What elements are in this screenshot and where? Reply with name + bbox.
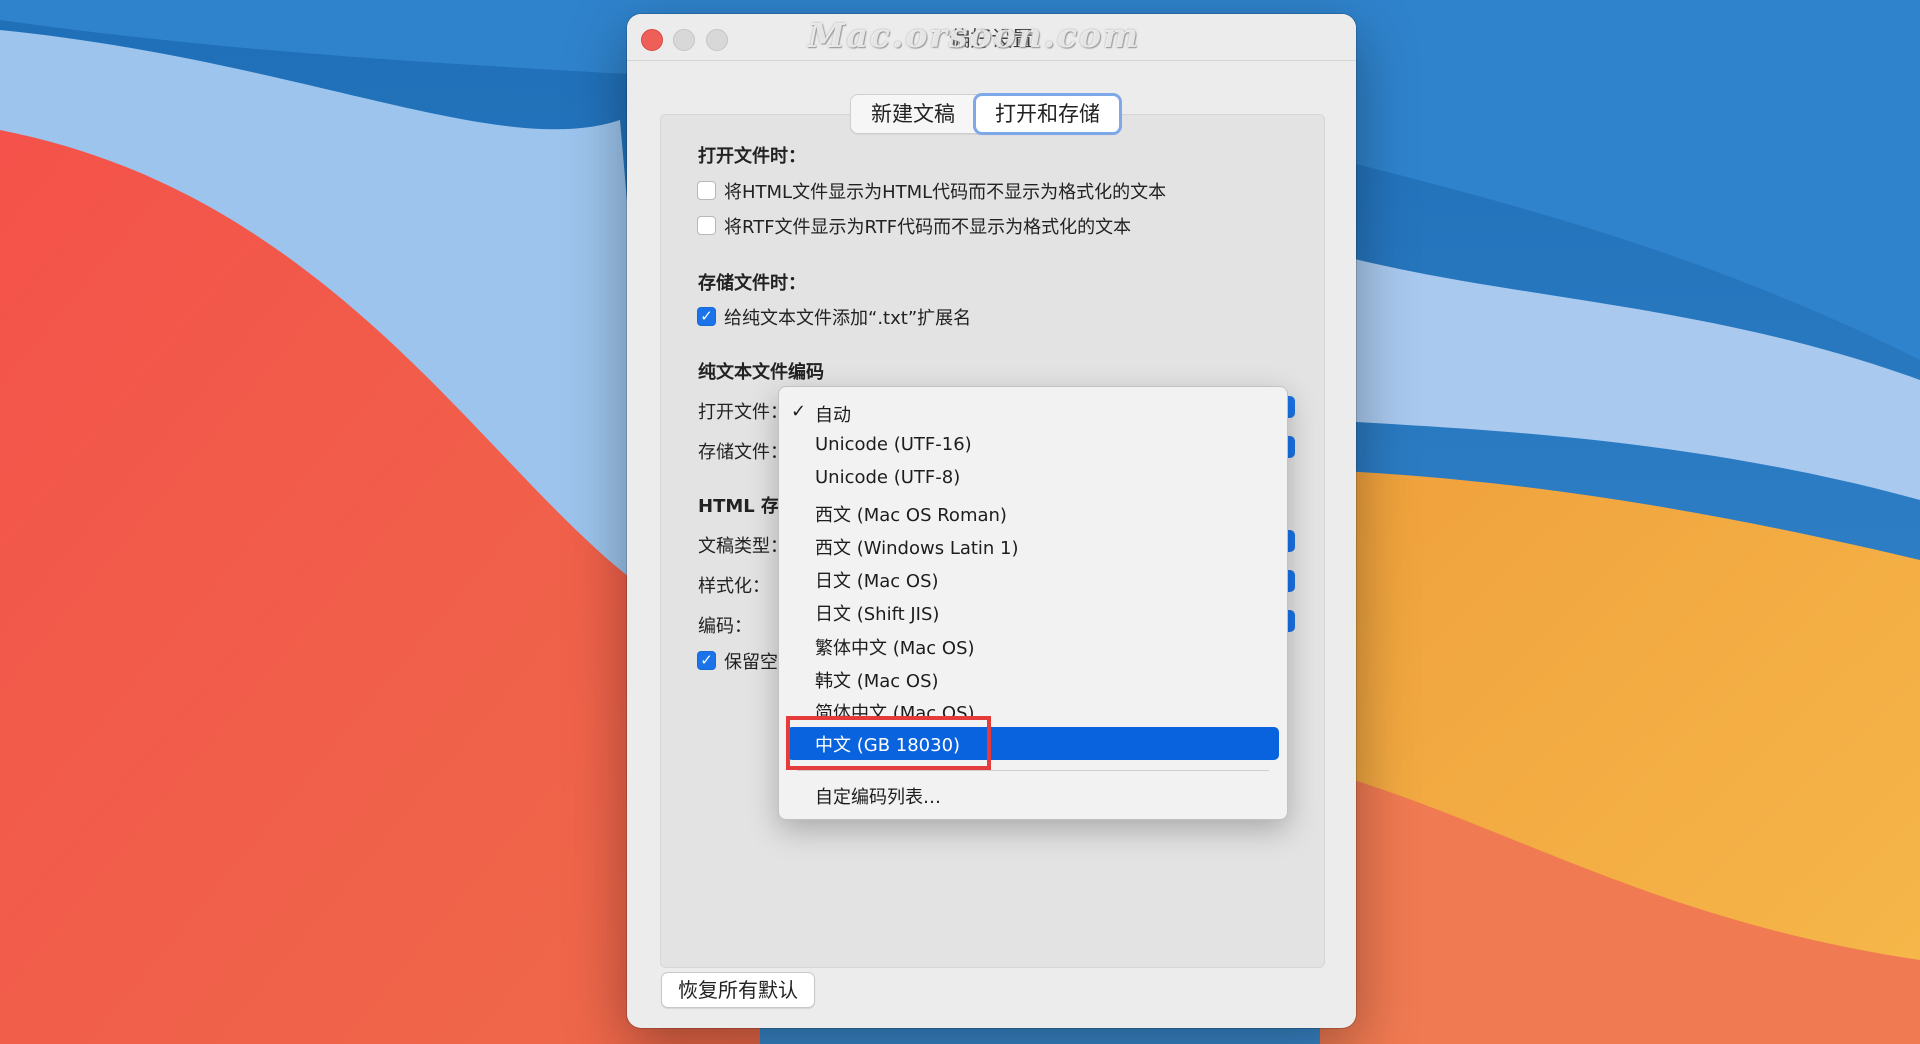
open-section-heading: 打开文件时： [698, 146, 806, 167]
titlebar: 偏好设置 Mac.orsoon.com [627, 14, 1356, 61]
save-encoding-label: 存储文件： [698, 442, 788, 463]
menu-separator [797, 770, 1269, 771]
restore-defaults-button[interactable]: 恢复所有默认 [661, 972, 815, 1008]
menu-item-auto[interactable]: 自动 [815, 401, 851, 427]
document-type-label: 文稿类型： [698, 536, 788, 557]
encoding-section-heading: 纯文本文件编码 [698, 362, 824, 383]
tab-open-and-save[interactable]: 打开和存储 [973, 93, 1122, 135]
html-section-heading: HTML 存 [698, 496, 779, 517]
annotation-highlight-box [786, 716, 991, 770]
save-section-heading: 存储文件时： [698, 273, 806, 294]
rtf-as-code-label: 将RTF文件显示为RTF代码而不显示为格式化的文本 [724, 217, 1132, 238]
menu-item-traditional-chinese[interactable]: 繁体中文 (Mac OS) [815, 634, 975, 660]
add-txt-extension-checkbox[interactable]: ✓ [697, 307, 716, 326]
menu-item-utf8[interactable]: Unicode (UTF-8) [815, 467, 960, 488]
menu-item-mac-roman[interactable]: 西文 (Mac OS Roman) [815, 501, 1007, 527]
html-as-code-label: 将HTML文件显示为HTML代码而不显示为格式化的文本 [724, 182, 1167, 203]
checkmark-icon: ✓ [791, 401, 807, 422]
menu-item-windows-latin1[interactable]: 西文 (Windows Latin 1) [815, 534, 1019, 560]
menu-item-utf16[interactable]: Unicode (UTF-16) [815, 434, 972, 455]
tab-new-document[interactable]: 新建文稿 [851, 95, 975, 133]
add-txt-extension-label: 给纯文本文件添加“.txt”扩展名 [724, 308, 972, 329]
menu-item-korean[interactable]: 韩文 (Mac OS) [815, 667, 939, 693]
html-encoding-label: 编码： [698, 616, 752, 637]
preserve-whitespace-label: 保留空 [724, 652, 778, 673]
rtf-as-code-checkbox[interactable] [697, 216, 716, 235]
menu-item-shift-jis[interactable]: 日文 (Shift JIS) [815, 600, 939, 626]
html-as-code-checkbox[interactable] [697, 181, 716, 200]
open-encoding-label: 打开文件： [698, 402, 788, 423]
preserve-whitespace-checkbox[interactable]: ✓ [697, 651, 716, 670]
styling-label: 样式化： [698, 576, 770, 597]
menu-item-customize-list[interactable]: 自定编码列表… [815, 783, 941, 809]
watermark: Mac.orsoon.com [808, 16, 1140, 55]
menu-item-japanese-mac[interactable]: 日文 (Mac OS) [815, 567, 939, 593]
menu-item-simplified-chinese[interactable]: 简体中文 (Mac OS) [815, 699, 975, 717]
tab-bar: 新建文稿 打开和存储 [850, 93, 1122, 135]
